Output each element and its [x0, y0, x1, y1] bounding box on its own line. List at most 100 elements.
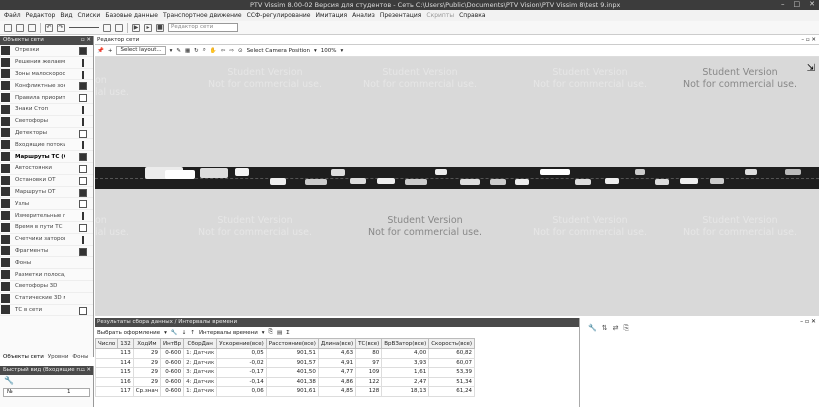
column-header[interactable]: ИнтВр — [159, 338, 185, 349]
table-row[interactable]: 117 Ср.знач 0-600 1: Датчик 0,06 901,61 4,85 12… — [95, 386, 476, 397]
column-header[interactable]: СборДан — [183, 338, 218, 349]
menu-lists[interactable]: Списки — [77, 12, 100, 19]
new-file-icon[interactable] — [4, 23, 12, 32]
sort-ascending-icon[interactable]: ↓ — [182, 330, 187, 336]
network-object-item[interactable]: Светофоры — [0, 116, 93, 128]
max-speed-icon[interactable] — [115, 23, 123, 32]
network-object-item[interactable]: Светофоры 3D — [0, 281, 93, 293]
vehicle[interactable] — [305, 179, 327, 185]
panel-controls[interactable]: – ▫ ✕ — [800, 318, 816, 325]
select-tool-icon[interactable]: ✎ — [176, 48, 181, 54]
visibility-toggle[interactable] — [82, 141, 84, 150]
network-canvas[interactable]: on ial use. Student Version Not for commer… — [95, 57, 819, 316]
hand-icon[interactable]: ✋ — [210, 48, 217, 54]
network-object-item[interactable]: Остановки ОТ — [0, 175, 93, 187]
sort-descending-icon[interactable]: ↑ — [190, 330, 195, 336]
visibility-toggle[interactable] — [82, 212, 84, 221]
vehicle[interactable] — [785, 169, 801, 175]
vehicle[interactable] — [405, 179, 427, 185]
menu-signal-control[interactable]: ССФ-регулирование — [247, 12, 311, 19]
vehicle[interactable] — [435, 169, 447, 175]
simulation-slider[interactable] — [69, 27, 99, 28]
forward-icon[interactable]: ⇨ — [229, 48, 234, 54]
network-object-item[interactable]: Автостоянки — [0, 163, 93, 175]
vehicle[interactable] — [350, 178, 366, 184]
visibility-toggle[interactable] — [79, 164, 87, 173]
network-object-item[interactable]: Знаки Стоп — [0, 104, 93, 116]
open-file-icon[interactable] — [16, 23, 24, 32]
network-object-item[interactable]: Входящие потоки — [0, 139, 93, 152]
vehicle[interactable] — [540, 169, 570, 175]
network-object-item[interactable]: Фрагменты — [0, 246, 93, 258]
sync-icon[interactable]: ⇄ — [613, 324, 619, 332]
visibility-toggle[interactable] — [82, 105, 84, 114]
vehicle[interactable] — [377, 178, 395, 184]
visibility-toggle[interactable] — [79, 129, 87, 138]
pin-icon[interactable]: 📌 — [97, 48, 104, 54]
network-object-item[interactable]: Отрезки — [0, 45, 93, 57]
menu-edit[interactable]: Редактор — [26, 12, 56, 19]
network-object-item[interactable]: Измерительные п — [0, 210, 93, 222]
wrench-icon[interactable]: 🔧 — [171, 330, 178, 336]
visibility-toggle[interactable] — [79, 82, 87, 91]
network-object-item[interactable]: Маршруты ТС (С — [0, 151, 93, 163]
network-object-item[interactable]: Время в пути ТС — [0, 222, 93, 234]
column-header[interactable]: ХодИм — [132, 338, 161, 349]
sum-icon[interactable]: Σ — [286, 330, 289, 336]
quick-view-field[interactable]: № 1 — [3, 388, 90, 397]
rotate-icon[interactable]: ↻ — [194, 48, 199, 54]
copy-icon[interactable]: ⎘ — [623, 324, 629, 333]
redo-icon[interactable]: ↷ — [57, 23, 65, 32]
visibility-toggle[interactable] — [79, 223, 87, 232]
column-header[interactable]: Число — [94, 338, 119, 349]
visibility-toggle[interactable] — [79, 94, 87, 103]
wrench-icon[interactable]: 🔧 — [0, 375, 93, 387]
menu-base-data[interactable]: Базовые данные — [105, 12, 158, 19]
network-object-item[interactable]: Маршруты ОТ — [0, 187, 93, 199]
network-object-item[interactable]: Узлы — [0, 198, 93, 211]
dropdown-arrow-icon[interactable]: ▾ — [164, 330, 167, 336]
vehicle[interactable] — [515, 179, 529, 185]
menu-file[interactable]: Файл — [4, 12, 21, 19]
close-button[interactable]: ✕ — [809, 0, 815, 8]
menu-simulation[interactable]: Имитация — [315, 12, 347, 19]
visibility-toggle[interactable] — [82, 235, 84, 244]
vehicle[interactable] — [235, 168, 249, 176]
visibility-toggle[interactable] — [79, 306, 87, 315]
dropdown-arrow-icon[interactable]: ▾ — [341, 48, 344, 54]
vehicle[interactable] — [605, 178, 619, 184]
network-object-item[interactable]: Правила приорит — [0, 92, 93, 104]
table-row[interactable]: 116 29 0-600 4: Датчик -0,14 401,38 4,86 122 2,4… — [95, 376, 476, 387]
dropdown-arrow-icon[interactable]: ▾ — [314, 48, 317, 54]
network-object-item[interactable]: Конфликтные зон — [0, 80, 93, 93]
interval-label[interactable]: Интервалы времени — [199, 330, 258, 336]
network-object-item[interactable]: Детекторы — [0, 128, 93, 140]
column-header[interactable]: ТС(все) — [355, 338, 383, 349]
visibility-toggle[interactable] — [82, 58, 84, 67]
visibility-toggle[interactable] — [79, 247, 87, 256]
layout-select-label[interactable]: Выбрать оформление — [97, 330, 160, 336]
visibility-toggle[interactable] — [82, 70, 84, 79]
column-header[interactable]: Расстояние(все) — [265, 338, 319, 349]
network-object-item[interactable]: Статические 3D м — [0, 293, 93, 305]
editor-combo[interactable]: Редактор сети — [168, 23, 238, 32]
zoom-level[interactable]: 100% — [321, 48, 337, 54]
quick-view-controls[interactable]: ▫ ✕ — [81, 366, 91, 375]
camera-icon[interactable]: ⊙ — [238, 48, 243, 54]
menu-help[interactable]: Справка — [459, 12, 485, 19]
menu-evaluation[interactable]: Анализ — [352, 12, 375, 19]
network-object-item[interactable]: ТС в сети — [0, 305, 93, 317]
dropdown-arrow-icon[interactable]: ▾ — [170, 48, 173, 54]
visibility-toggle[interactable] — [82, 117, 84, 126]
vehicle[interactable] — [575, 179, 591, 185]
network-object-item[interactable]: Разметки полосад — [0, 269, 93, 281]
expand-icon[interactable]: + — [108, 48, 113, 54]
wrench-icon[interactable]: 🔧 — [588, 324, 597, 332]
column-header[interactable]: Ускорение(все) — [216, 338, 267, 349]
minimize-button[interactable]: – — [781, 0, 785, 8]
table-row[interactable]: 115 29 0-600 3: Датчик -0,17 401,50 4,77 109 1,6… — [95, 367, 476, 378]
copy-icon[interactable]: ⎘ — [269, 329, 273, 336]
play-icon[interactable]: ▶ — [132, 23, 140, 32]
network-object-item[interactable]: Решения желаемо — [0, 57, 93, 69]
vehicle[interactable] — [490, 179, 506, 185]
